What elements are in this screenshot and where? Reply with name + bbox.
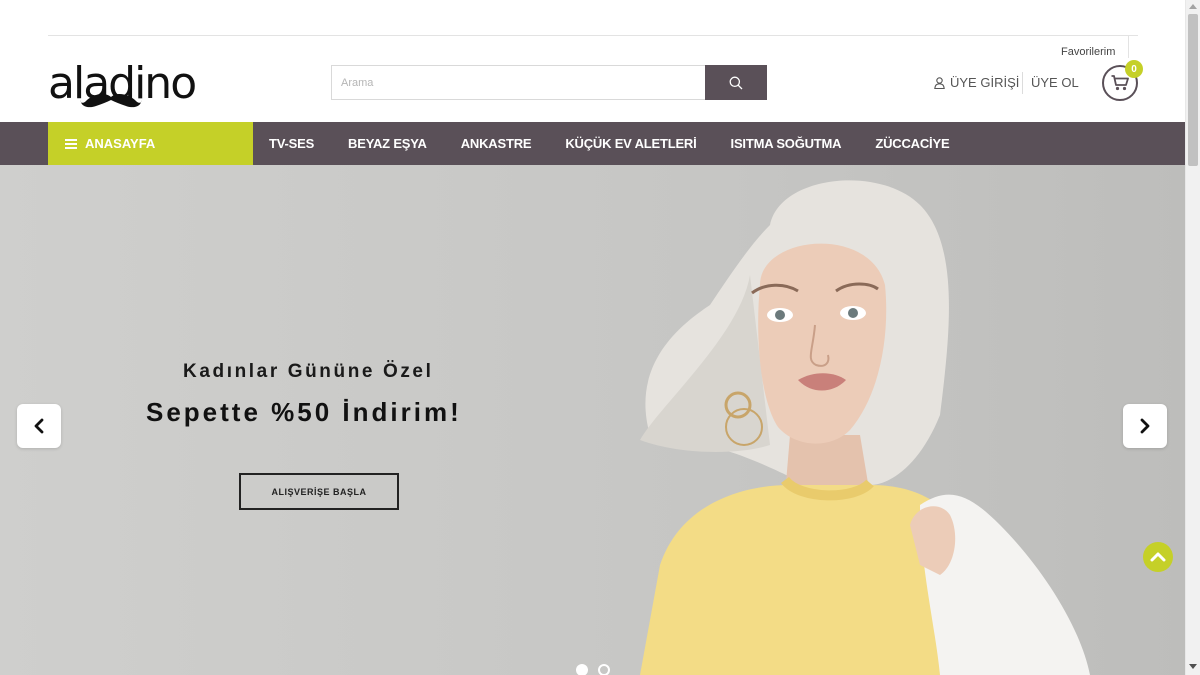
site-logo[interactable]: aladino <box>48 58 208 110</box>
account-divider <box>1022 72 1023 94</box>
scroll-down-arrow[interactable] <box>1189 664 1197 669</box>
mustache-icon <box>80 94 142 108</box>
hero-subtitle: Kadınlar Gününe Özel <box>183 361 434 382</box>
hero-title: Sepette %50 İndirim! <box>146 397 462 427</box>
user-icon <box>934 76 945 89</box>
scroll-up-arrow[interactable] <box>1189 4 1197 9</box>
slider-dot-2[interactable] <box>598 664 610 675</box>
main-nav: ANASAYFA TV-SES BEYAZ EŞYA ANKASTRE KÜÇÜ… <box>0 122 1185 165</box>
cart-count-badge: 0 <box>1125 60 1143 78</box>
nav-item-zuccaciye[interactable]: ZÜCCACİYE <box>858 136 966 151</box>
page-scrollbar[interactable] <box>1185 0 1200 675</box>
slider-dot-1[interactable] <box>576 664 588 675</box>
scrollbar-thumb[interactable] <box>1188 14 1198 166</box>
header-top-divider <box>48 35 1138 36</box>
hero-model-image <box>640 180 1090 675</box>
slider-next-button[interactable] <box>1123 404 1167 448</box>
login-link[interactable]: ÜYE GİRİŞİ <box>934 75 1019 90</box>
nav-item-isitma-sogutma[interactable]: ISITMA SOĞUTMA <box>714 136 859 151</box>
register-link[interactable]: ÜYE OL <box>1031 75 1079 90</box>
nav-item-beyaz-esya[interactable]: BEYAZ EŞYA <box>331 136 444 151</box>
search-bar <box>331 65 767 100</box>
favorites-divider <box>1128 36 1129 58</box>
scroll-to-top-button[interactable] <box>1143 542 1173 572</box>
chevron-right-icon <box>1140 418 1150 434</box>
login-label: ÜYE GİRİŞİ <box>950 75 1020 90</box>
hero-slider: Kadınlar Gününe Özel Sepette %50 İndirim… <box>0 165 1185 675</box>
cart-icon <box>1111 75 1129 91</box>
chevron-up-icon <box>1150 552 1166 562</box>
nav-home-label: ANASAYFA <box>85 136 156 151</box>
search-button[interactable] <box>705 65 767 100</box>
search-input[interactable] <box>331 65 705 100</box>
nav-item-ankastre[interactable]: ANKASTRE <box>444 136 549 151</box>
slider-prev-button[interactable] <box>17 404 61 448</box>
nav-item-kucuk-ev-aletleri[interactable]: KÜÇÜK EV ALETLERİ <box>548 136 713 151</box>
search-icon <box>729 76 743 89</box>
favorites-link[interactable]: Favorilerim <box>1061 46 1115 58</box>
nav-items: TV-SES BEYAZ EŞYA ANKASTRE KÜÇÜK EV ALET… <box>252 122 966 165</box>
shop-now-button[interactable]: ALIŞVERİŞE BAŞLA <box>239 473 399 510</box>
page: aladino Favorilerim ÜYE GİRİŞİ ÜYE OL <box>0 0 1200 675</box>
nav-item-tv-ses[interactable]: TV-SES <box>252 136 331 151</box>
nav-home-button[interactable]: ANASAYFA <box>48 122 253 165</box>
hamburger-icon <box>65 138 77 149</box>
chevron-left-icon <box>34 418 44 434</box>
